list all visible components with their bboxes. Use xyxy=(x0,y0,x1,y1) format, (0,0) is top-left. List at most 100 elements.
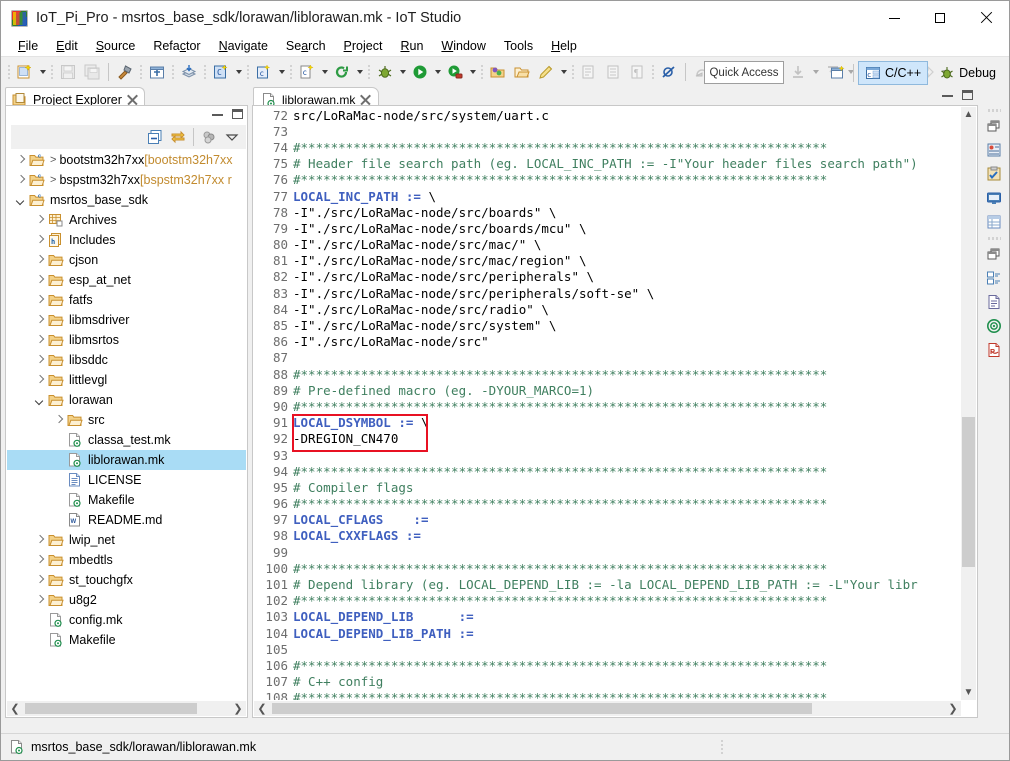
toolbar-grip-10[interactable] xyxy=(572,64,574,80)
properties-view-icon[interactable] xyxy=(983,211,1005,233)
new-cpp-project-dropdown[interactable] xyxy=(276,61,287,83)
toolbar-grip-3[interactable] xyxy=(140,64,142,80)
scroll-right-icon[interactable]: ❯ xyxy=(945,701,961,716)
code-line[interactable]: 89# Pre-defined macro (eg. -DYOUR_MARCO=… xyxy=(254,382,976,398)
code-line[interactable]: 101# Depend library (eg. LOCAL_DEPEND_LI… xyxy=(254,576,976,592)
code-line[interactable]: 102#************************************… xyxy=(254,593,976,609)
skip-breakpoints-button[interactable] xyxy=(657,60,681,84)
new-c-file-button[interactable]: c xyxy=(295,60,319,84)
vscroll-thumb[interactable] xyxy=(962,417,975,567)
open-resource-button[interactable] xyxy=(486,60,510,84)
step-into-dropdown[interactable] xyxy=(810,61,821,83)
code-content[interactable]: 72src/LoRaMac-node/src/system/uart.c7374… xyxy=(254,107,976,700)
chevron-right-icon[interactable] xyxy=(34,235,45,246)
toolbar-grip[interactable] xyxy=(8,64,10,80)
maximize-button[interactable] xyxy=(917,1,963,35)
save-all-button[interactable] xyxy=(80,60,104,84)
quick-access-field[interactable]: Quick Access xyxy=(704,61,784,84)
new-c-file-dropdown[interactable] xyxy=(319,61,330,83)
code-line[interactable]: 103LOCAL_DEPEND_LIB := xyxy=(254,609,976,625)
toolbar-grip-9[interactable] xyxy=(481,64,483,80)
code-line[interactable]: 78-I"./src/LoRaMac-node/src/boards" \ xyxy=(254,204,976,220)
outline-view-icon[interactable] xyxy=(983,139,1005,161)
scroll-right-icon[interactable]: ❯ xyxy=(230,701,246,716)
open-folder-button[interactable] xyxy=(510,60,534,84)
menu-item-tools[interactable]: Tools xyxy=(495,37,542,55)
chevron-right-icon[interactable] xyxy=(34,315,45,326)
code-line[interactable]: 95# Compiler flags xyxy=(254,479,976,495)
close-icon[interactable] xyxy=(360,94,371,105)
right-bar-grip-2[interactable] xyxy=(987,237,1001,240)
documents-view-icon[interactable] xyxy=(983,291,1005,313)
scroll-down-icon[interactable]: ▼ xyxy=(961,685,976,700)
code-line[interactable]: 90#*************************************… xyxy=(254,398,976,414)
new-c-project-button[interactable]: C xyxy=(209,60,233,84)
chevron-right-icon[interactable] xyxy=(34,575,45,586)
collapse-all-icon[interactable] xyxy=(147,129,163,145)
chevron-right-icon[interactable] xyxy=(34,335,45,346)
editor-vscrollbar[interactable]: ▲ ▼ xyxy=(961,107,976,700)
code-line[interactable]: 93 xyxy=(254,447,976,463)
editor-hscroll-thumb[interactable] xyxy=(272,703,812,714)
code-line[interactable]: 107# C++ config xyxy=(254,674,976,690)
minimize-view-icon[interactable] xyxy=(212,112,223,116)
run-dropdown[interactable] xyxy=(432,61,443,83)
hscroll-thumb[interactable] xyxy=(25,703,197,714)
right-bar-grip[interactable] xyxy=(987,109,1001,112)
tree-item-license[interactable]: LICENSE xyxy=(7,470,246,490)
code-line[interactable]: 85-I"./src/LoRaMac-node/src/system" \ xyxy=(254,317,976,333)
debug-button[interactable] xyxy=(373,60,397,84)
link-with-editor-icon[interactable] xyxy=(170,129,186,145)
editor-hscrollbar[interactable]: ❮ ❯ xyxy=(254,701,961,716)
refresh-dropdown[interactable] xyxy=(354,61,365,83)
paragraph-mark-button[interactable]: ¶ xyxy=(625,60,649,84)
tree-item-lwip-net[interactable]: lwip_net xyxy=(7,530,246,550)
previous-annotation-button[interactable] xyxy=(601,60,625,84)
console-view-icon[interactable] xyxy=(983,187,1005,209)
code-line[interactable]: 82-I"./src/LoRaMac-node/src/peripherals"… xyxy=(254,269,976,285)
code-line[interactable]: 73 xyxy=(254,123,976,139)
tree-item-classa-test.mk[interactable]: classa_test.mk xyxy=(7,430,246,450)
build-button[interactable] xyxy=(113,60,137,84)
new-button[interactable] xyxy=(13,60,37,84)
view-menu-filter-icon[interactable] xyxy=(201,129,217,145)
code-line[interactable]: 87 xyxy=(254,350,976,366)
restore-view-2-icon[interactable] xyxy=(983,243,1005,265)
refresh-button[interactable] xyxy=(330,60,354,84)
code-line[interactable]: 75# Header file search path (eg. LOCAL_I… xyxy=(254,156,976,172)
code-line[interactable]: 74#*************************************… xyxy=(254,139,976,155)
chevron-right-icon[interactable] xyxy=(34,375,45,386)
run-external-tools-button[interactable] xyxy=(443,60,467,84)
scroll-left-icon[interactable]: ❮ xyxy=(254,701,270,716)
toolbar-grip-7[interactable] xyxy=(290,64,292,80)
perspective-debug[interactable]: Debug xyxy=(932,61,1003,85)
code-line[interactable]: 108#************************************… xyxy=(254,690,976,700)
tree-item-makefile[interactable]: Makefile xyxy=(7,630,246,650)
tree-item-src[interactable]: src xyxy=(7,410,246,430)
toolbar-grip-4[interactable] xyxy=(172,64,174,80)
menu-item-edit[interactable]: Edit xyxy=(47,37,87,55)
code-line[interactable]: 80-I"./src/LoRaMac-node/src/mac/" \ xyxy=(254,237,976,253)
menu-item-window[interactable]: Window xyxy=(432,37,494,55)
code-line[interactable]: 84-I"./src/LoRaMac-node/src/radio" \ xyxy=(254,301,976,317)
maximize-view-icon[interactable] xyxy=(232,109,243,119)
code-line[interactable]: 77LOCAL_INC_PATH := \ xyxy=(254,188,976,204)
edit-pencil-dropdown[interactable] xyxy=(558,61,569,83)
tree-item-cjson[interactable]: cjson xyxy=(7,250,246,270)
tree-item-mbedtls[interactable]: mbedtls xyxy=(7,550,246,570)
tree-item-libmsdriver[interactable]: libmsdriver xyxy=(7,310,246,330)
tree-item-liblorawan.mk[interactable]: liblorawan.mk xyxy=(7,450,246,470)
pdf-view-icon[interactable]: P xyxy=(983,339,1005,361)
publish-button[interactable] xyxy=(177,60,201,84)
debug-dropdown[interactable] xyxy=(397,61,408,83)
project-tree[interactable]: c>bootstm32h7xx [bootstm32h7xxc>bspstm32… xyxy=(7,150,246,700)
chevron-right-icon[interactable] xyxy=(15,175,26,186)
tree-item-includes[interactable]: hIncludes xyxy=(7,230,246,250)
tree-item-libsddc[interactable]: libsddc xyxy=(7,350,246,370)
chevron-right-icon[interactable] xyxy=(34,275,45,286)
menu-item-navigate[interactable]: Navigate xyxy=(210,37,277,55)
code-line[interactable]: 105 xyxy=(254,641,976,657)
scroll-left-icon[interactable]: ❮ xyxy=(7,701,23,716)
chevron-right-icon[interactable] xyxy=(34,355,45,366)
chevron-right-icon[interactable] xyxy=(34,555,45,566)
